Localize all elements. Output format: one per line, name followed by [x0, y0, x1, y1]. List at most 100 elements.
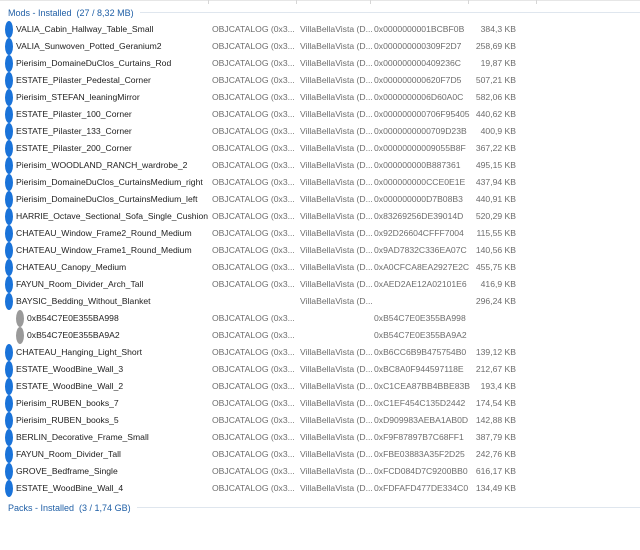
- table-row[interactable]: ESTATE_WoodBine_Wall_3 OBJCATALOG (0x3...…: [0, 361, 640, 378]
- table-row[interactable]: Pierisim_STEFAN_leaningMirror OBJCATALOG …: [0, 89, 640, 106]
- mod-name: 0xB54C7E0E355BA998: [27, 313, 119, 323]
- mod-name: Pierisim_RUBEN_books_5: [16, 415, 119, 425]
- instance-id: 0x9AD7832C336EA07C: [374, 245, 467, 255]
- instance-id: 0x000000000620F7D5: [374, 75, 462, 85]
- table-row[interactable]: GROVE_Bedframe_Single OBJCATALOG (0x3... V…: [0, 463, 640, 480]
- table-row[interactable]: Pierisim_DomaineDuClos_CurtainsMedium_ri…: [0, 174, 640, 191]
- file-size: 495,15 KB: [475, 160, 516, 170]
- file-size: 174,54 KB: [475, 398, 516, 408]
- status-dot-blue-icon: [5, 157, 13, 174]
- file-size: 440,62 KB: [475, 109, 516, 119]
- instance-id: 0xFCD084D7C9200BB0: [374, 466, 468, 476]
- instance-id: 0xA0CFCA8EA2927E2C: [374, 262, 470, 272]
- table-row[interactable]: Pierisim_RUBEN_books_7 OBJCATALOG (0x3...…: [0, 395, 640, 412]
- file-size: 258,69 KB: [475, 41, 516, 51]
- group-title: Packs - Installed: [8, 502, 75, 513]
- catalog-type: OBJCATALOG (0x3...: [212, 449, 295, 459]
- table-row[interactable]: CHATEAU_Hanging_Light_Short OBJCATALOG (0…: [0, 344, 640, 361]
- table-row[interactable]: Pierisim_WOODLAND_RANCH_wardrobe_2 OBJCAT…: [0, 157, 640, 174]
- status-dot-blue-icon: [5, 89, 13, 106]
- table-row[interactable]: ESTATE_Pilaster_133_Corner OBJCATALOG (0x…: [0, 123, 640, 140]
- status-dot-blue-icon: [5, 38, 13, 55]
- catalog-type: OBJCATALOG (0x3...: [212, 364, 295, 374]
- status-dot-blue-icon: [5, 140, 13, 157]
- status-dot-blue-icon: [5, 361, 13, 378]
- table-row[interactable]: Pierisim_DomaineDuClos_CurtainsMedium_le…: [0, 191, 640, 208]
- table-row[interactable]: ESTATE_WoodBine_Wall_2 OBJCATALOG (0x3...…: [0, 378, 640, 395]
- table-row[interactable]: ESTATE_WoodBine_Wall_4 OBJCATALOG (0x3...…: [0, 480, 640, 497]
- catalog-type: OBJCATALOG (0x3...: [212, 245, 295, 255]
- file-size: 296,24 KB: [475, 296, 516, 306]
- instance-id: 0x0000000001BCBF0B: [374, 24, 465, 34]
- pack-name: VillaBellaVista (D...: [300, 160, 373, 170]
- group-divider: [136, 507, 640, 508]
- table-row[interactable]: HARRIE_Octave_Sectional_Sofa_Single_Cush…: [0, 208, 640, 225]
- pack-name: VillaBellaVista (D...: [300, 381, 373, 391]
- table-row[interactable]: FAYUN_Room_Divider_Arch_Tall OBJCATALOG (…: [0, 276, 640, 293]
- header-divider: [0, 0, 640, 1]
- file-size: 582,06 KB: [475, 92, 516, 102]
- pack-name: VillaBellaVista (D...: [300, 364, 373, 374]
- status-dot-blue-icon: [5, 395, 13, 412]
- instance-id: 0xB54C7E0E355BA998: [374, 313, 466, 323]
- group-divider: [139, 12, 640, 13]
- instance-id: 0x0000000000709D23B: [374, 126, 467, 136]
- status-dot-blue-icon: [5, 276, 13, 293]
- file-size: 616,17 KB: [475, 466, 516, 476]
- catalog-type: OBJCATALOG (0x3...: [212, 262, 295, 272]
- mod-name: ESTATE_WoodBine_Wall_2: [16, 381, 124, 391]
- catalog-type: OBJCATALOG (0x3...: [212, 194, 295, 204]
- pack-name: VillaBellaVista (D...: [300, 483, 373, 493]
- catalog-type: OBJCATALOG (0x3...: [212, 109, 295, 119]
- table-row[interactable]: ESTATE_Pilaster_100_Corner OBJCATALOG (0x…: [0, 106, 640, 123]
- table-row[interactable]: VALIA_Sunwoven_Potted_Geranium2 OBJCATALO…: [0, 38, 640, 55]
- mod-name: FAYUN_Room_Divider_Arch_Tall: [16, 279, 144, 289]
- instance-id: 0x92D26604CFFF7004: [374, 228, 464, 238]
- table-row[interactable]: 0xB54C7E0E355BA9A2 OBJCATALOG (0x3... 0xB5…: [0, 327, 640, 344]
- file-size: 19,87 KB: [480, 58, 516, 68]
- mod-name: Pierisim_RUBEN_books_7: [16, 398, 119, 408]
- table-row[interactable]: ESTATE_Pilaster_200_Corner OBJCATALOG (0x…: [0, 140, 640, 157]
- mod-name: HARRIE_Octave_Sectional_Sofa_Single_Cush…: [16, 211, 209, 221]
- mod-name: Pierisim_DomaineDuClos_CurtainsMedium_ri…: [16, 177, 203, 187]
- table-row[interactable]: VALIA_Cabin_Hallway_Table_Small OBJCATALO…: [0, 21, 640, 38]
- table-row[interactable]: CHATEAU_Window_Frame2_Round_Medium OBJCAT…: [0, 225, 640, 242]
- mod-name: Pierisim_STEFAN_leaningMirror: [16, 92, 140, 102]
- mod-name: Pierisim_DomaineDuClos_CurtainsMedium_le…: [16, 194, 198, 204]
- file-size: 193,4 KB: [480, 381, 516, 391]
- status-dot-blue-icon: [5, 293, 13, 310]
- instance-id: 0xB54C7E0E355BA9A2: [374, 330, 467, 340]
- pack-name: VillaBellaVista (D...: [300, 347, 373, 357]
- instance-id: 0xF9F87897B7C68FF1: [374, 432, 464, 442]
- mod-name: ESTATE_Pilaster_200_Corner: [16, 143, 132, 153]
- table-row[interactable]: Pierisim_DomaineDuClos_Curtains_Rod OBJCA…: [0, 55, 640, 72]
- catalog-type: OBJCATALOG (0x3...: [212, 92, 295, 102]
- status-dot-blue-icon: [5, 225, 13, 242]
- table-row[interactable]: BAYSIC_Bedding_Without_Blanket VillaBella…: [0, 293, 640, 310]
- table-row[interactable]: 0xB54C7E0E355BA998 OBJCATALOG (0x3... 0xB5…: [0, 310, 640, 327]
- mod-name: ESTATE_Pilaster_133_Corner: [16, 126, 132, 136]
- table-row[interactable]: CHATEAU_Window_Frame1_Round_Medium OBJCAT…: [0, 242, 640, 259]
- status-dot-blue-icon: [5, 174, 13, 191]
- table-row[interactable]: Pierisim_RUBEN_books_5 OBJCATALOG (0x3...…: [0, 412, 640, 429]
- status-dot-blue-icon: [5, 21, 13, 38]
- catalog-type: OBJCATALOG (0x3...: [212, 160, 295, 170]
- pack-name: VillaBellaVista (D...: [300, 398, 373, 408]
- file-size: 400,9 KB: [480, 126, 516, 136]
- catalog-type: OBJCATALOG (0x3...: [212, 177, 295, 187]
- group-count: (3 / 1,74 GB): [79, 502, 131, 513]
- catalog-type: OBJCATALOG (0x3...: [212, 313, 295, 323]
- instance-id: 0x000000000D7B08B3: [374, 194, 463, 204]
- file-size: 387,79 KB: [475, 432, 516, 442]
- group-header-mods[interactable]: Mods - Installed (27 / 8,32 MB): [0, 4, 640, 21]
- table-row[interactable]: CHATEAU_Canopy_Medium OBJCATALOG (0x3... V…: [0, 259, 640, 276]
- pack-name: VillaBellaVista (D...: [300, 24, 373, 34]
- group-header-packs[interactable]: Packs - Installed (3 / 1,74 GB): [0, 499, 640, 516]
- pack-name: VillaBellaVista (D...: [300, 41, 373, 51]
- catalog-type: OBJCATALOG (0x3...: [212, 483, 295, 493]
- status-dot-blue-icon: [5, 106, 13, 123]
- table-row[interactable]: BERLIN_Decorative_Frame_Small OBJCATALOG …: [0, 429, 640, 446]
- table-row[interactable]: FAYUN_Room_Divider_Tall OBJCATALOG (0x3..…: [0, 446, 640, 463]
- instance-id: 0x0000000006D60A0C: [374, 92, 464, 102]
- table-row[interactable]: ESTATE_Pilaster_Pedestal_Corner OBJCATALO…: [0, 72, 640, 89]
